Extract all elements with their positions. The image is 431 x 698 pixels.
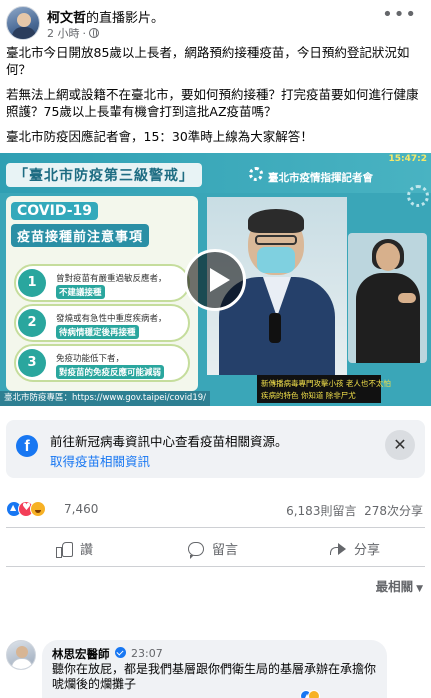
- divider: [6, 527, 425, 528]
- reaction-count[interactable]: 7,460: [64, 502, 98, 516]
- share-icon: [330, 542, 346, 556]
- covid-item-line: 曾對疫苗有嚴重過敏反應者，: [56, 274, 167, 284]
- author-avatar[interactable]: [6, 6, 40, 40]
- info-banner-text: 前往新冠病毒資訊中心查看疫苗相關資源。: [50, 434, 288, 449]
- live-video[interactable]: 15:47:2 「臺北市防疫第三級警戒」 臺北市疫情指揮記者會 COVID-19…: [0, 153, 431, 406]
- author-line: 柯文哲的直播影片。: [47, 7, 164, 26]
- video-subtitle: 臺北市疫情指揮記者會: [268, 172, 373, 184]
- covid-item: 1 曾對疫苗有嚴重過敏反應者， 不建議接種: [14, 264, 190, 302]
- video-timestamp: 15:47:2: [388, 154, 427, 164]
- post-text: 臺北市今日開放85歲以上長者，網路預約接種疫苗，今日預約登記狀況如何？ 若無法上…: [6, 44, 426, 153]
- covid-item-number: 1: [18, 269, 46, 297]
- covid-info-banner[interactable]: f 前往新冠病毒資訊中心查看疫苗相關資源。 取得疫苗相關資訊 ✕: [6, 420, 425, 478]
- caption-line: 新傳播病毒專門攻擊小孩 老人也不太怕: [261, 379, 391, 388]
- video-title: 「臺北市防疫第三級警戒」: [6, 163, 202, 187]
- more-icon[interactable]: •••: [382, 6, 417, 24]
- haha-reaction-icon: [308, 690, 320, 698]
- comment-sort-dropdown[interactable]: 最相關 ▼: [376, 576, 423, 595]
- share-count[interactable]: 278次分享: [364, 504, 423, 518]
- reactions-bar: 7,460 6,183則留言 278次分享: [6, 500, 425, 520]
- sort-label: 最相關: [375, 579, 414, 594]
- comment-reaction-icons[interactable]: [300, 690, 320, 698]
- post-paragraph: 臺北市今日開放85歲以上長者，網路預約接種疫苗，今日預約登記狀況如何？: [6, 45, 410, 77]
- covid-info-card: COVID-19 疫苗接種前注意事項 1 曾對疫苗有嚴重過敏反應者， 不建議接種…: [6, 196, 198, 391]
- comment-text: 聽你在放屁，都是我們基層跟你們衛生局的基層承辦在承擔你唬爛後的爛攤子: [52, 662, 377, 691]
- reaction-icons[interactable]: [6, 501, 46, 517]
- chevron-down-icon: ▼: [416, 584, 423, 594]
- comment-count[interactable]: 6,183則留言: [286, 504, 356, 518]
- covid-item-number: 2: [18, 309, 46, 337]
- video-url-banner: 臺北市防疫專區：https://www.gov.taipei/covid19/: [0, 391, 210, 406]
- verified-icon: [115, 647, 126, 658]
- comment-icon: [188, 541, 204, 559]
- covid-item: 2 發燒或有急性中重度疾病者， 待病情穩定後再接種: [14, 304, 190, 342]
- video-caption: 新傳播病毒專門攻擊小孩 老人也不太怕 疾病的特色 你知道 除非尸尤: [257, 375, 391, 403]
- like-button[interactable]: 讚: [56, 539, 93, 558]
- post-meta: 2 小時 ·: [47, 25, 99, 41]
- covid-item-line: 發燒或有急性中重度疾病者，: [56, 314, 167, 324]
- comment-author[interactable]: 林思宏醫師: [52, 646, 110, 662]
- play-icon[interactable]: [184, 249, 246, 311]
- sign-language-interpreter: [348, 233, 427, 363]
- comment-button[interactable]: 留言: [188, 539, 239, 559]
- globe-icon: [89, 28, 99, 38]
- comment-label: 留言: [212, 543, 239, 558]
- author-name[interactable]: 柯文哲: [47, 11, 86, 26]
- like-label: 讚: [80, 543, 94, 558]
- haha-reaction-icon: [30, 501, 46, 517]
- close-icon[interactable]: ✕: [385, 430, 415, 460]
- author-suffix: 的直播影片。: [86, 11, 165, 26]
- comments-shares-count: 6,183則留言 278次分享: [286, 502, 423, 519]
- divider: [6, 566, 425, 567]
- facebook-icon: f: [16, 435, 38, 457]
- share-label: 分享: [354, 543, 381, 558]
- comment-bubble: 林思宏醫師 23:07 聽你在放屁，都是我們基層跟你們衛生局的基層承辦在承擔你唬…: [42, 640, 387, 698]
- covid-item-highlight: 待病情穩定後再接種: [56, 325, 139, 339]
- covid-subtitle: 疫苗接種前注意事項: [11, 224, 150, 247]
- covid-item-highlight: 對疫苗的免疫反應可能減弱: [56, 365, 165, 379]
- sun-icon: [249, 167, 263, 181]
- covid-title: COVID-19: [11, 202, 99, 220]
- comment-time[interactable]: 23:07: [131, 647, 163, 660]
- covid-item-highlight: 不建議接種: [56, 285, 105, 299]
- virus-icon: [407, 185, 429, 207]
- like-icon: [56, 541, 73, 558]
- covid-item-line: 免疫功能低下者，: [56, 354, 125, 364]
- commenter-avatar[interactable]: [6, 640, 36, 670]
- post-paragraph: 若無法上網或設籍不在臺北市，要如何預約接種？打完疫苗要如何進行健康照護？75歲以…: [6, 87, 419, 119]
- covid-item-number: 3: [18, 349, 46, 377]
- covid-item: 3 免疫功能低下者， 對疫苗的免疫反應可能減弱: [14, 344, 190, 382]
- post-paragraph: 臺北市防疫因應記者會，15：30準時上線為大家解答！: [6, 129, 313, 144]
- share-button[interactable]: 分享: [330, 539, 380, 558]
- post-time[interactable]: 2 小時: [47, 25, 80, 41]
- caption-line: 疾病的特色 你知道 除非尸尤: [261, 391, 356, 400]
- action-bar: 讚 留言 分享: [0, 535, 431, 563]
- vaccine-info-link[interactable]: 取得疫苗相關資訊: [50, 451, 150, 470]
